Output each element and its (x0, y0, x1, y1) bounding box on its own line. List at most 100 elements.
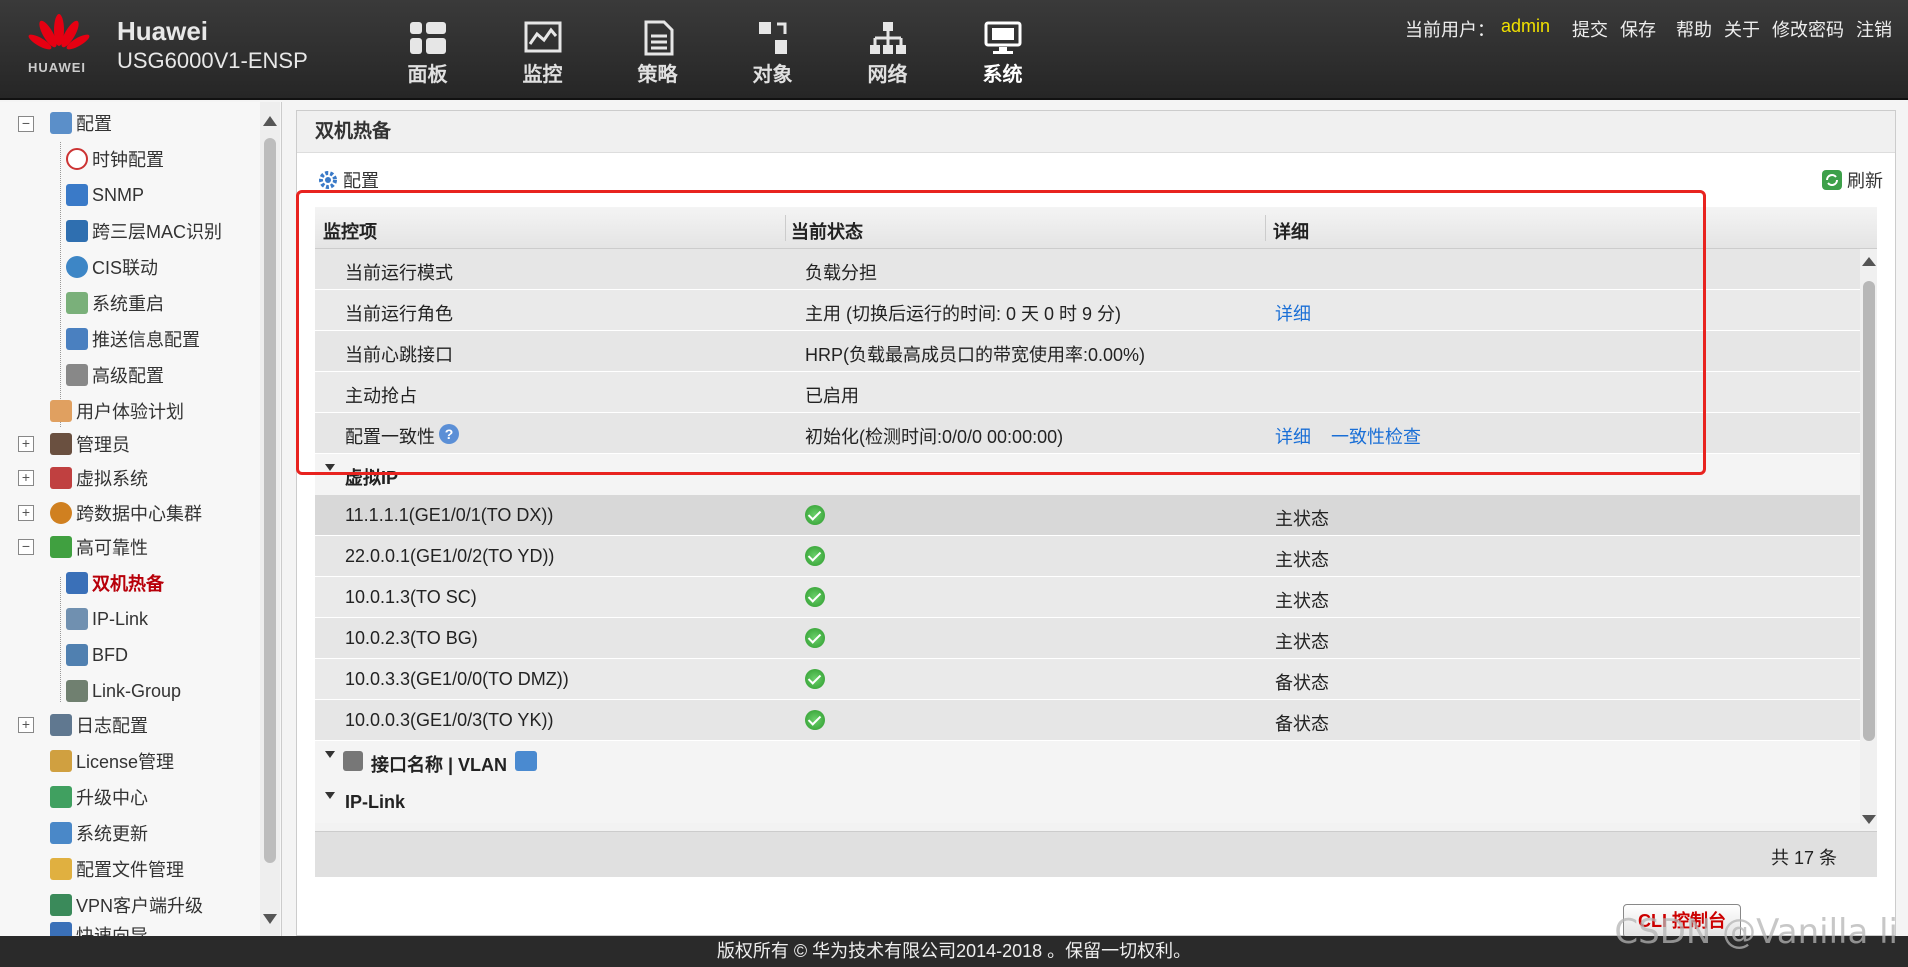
sidebar-item-upgrade[interactable]: 升级中心 (50, 782, 148, 812)
nav-label: 监控 (522, 64, 563, 86)
nav-label: 策略 (637, 64, 678, 86)
sidebar-item-clock[interactable]: 时钟配置 (66, 144, 164, 174)
table-row[interactable]: 10.0.2.3(TO BG) 主状态 (315, 618, 1860, 659)
change-password-link[interactable]: 修改密码 (1772, 16, 1844, 42)
tree-line (60, 142, 61, 427)
submit-link[interactable]: 提交 (1572, 16, 1608, 42)
sidebar-item-hrp[interactable]: 双机热备 (66, 568, 164, 598)
sidebar-item-advanced[interactable]: 高级配置 (66, 360, 164, 390)
sidebar-item-admin[interactable]: 管理员 (50, 429, 130, 459)
table-row[interactable]: 配置一致性 ? 初始化(检测时间:0/0/0 00:00:00) 详细 一致性检… (315, 413, 1860, 454)
check-icon (805, 710, 825, 730)
consistency-check-link[interactable]: 一致性检查 (1331, 423, 1421, 449)
sidebar-item-snmp[interactable]: SNMP (66, 180, 144, 210)
sidebar-item-bfd[interactable]: BFD (66, 640, 128, 670)
sidebar-item-file[interactable]: 配置文件管理 (50, 854, 184, 884)
group-interface-vlan[interactable]: 接口名称 | VLAN (315, 741, 1860, 782)
sidebar-item-cluster[interactable]: 跨数据中心集群 (50, 498, 202, 528)
table-scroll-thumb[interactable] (1863, 281, 1875, 741)
table-row[interactable]: 10.0.0.3(GE1/0/3(TO YK)) 备状态 (315, 700, 1860, 741)
sidebar-scroll-thumb[interactable] (264, 138, 276, 863)
table-row[interactable]: 22.0.0.1(GE1/0/2(TO YD)) 主状态 (315, 536, 1860, 577)
license-icon (50, 750, 72, 772)
nav-network[interactable]: 网络 (830, 20, 945, 87)
sidebar-item-iplink[interactable]: IP-Link (66, 604, 148, 634)
scroll-down-icon[interactable] (1862, 815, 1876, 824)
nav-policy[interactable]: 策略 (600, 20, 715, 87)
collapse-triangle-icon[interactable] (325, 464, 335, 471)
table-row[interactable]: 主动抢占 已启用 (315, 372, 1860, 413)
table-row[interactable]: 当前运行角色 主用 (切换后运行的时间: 0 天 0 时 9 分) 详细 (315, 290, 1860, 331)
sidebar-item-vsys[interactable]: 虚拟系统 (50, 463, 148, 493)
page-title: 双机热备 (297, 111, 1895, 153)
expand-toggle[interactable]: + (18, 436, 34, 452)
table-row[interactable]: 当前心跳接口 HRP(负载最高成员口的带宽使用率:0.00%) (315, 331, 1860, 372)
nav-object[interactable]: 对象 (715, 20, 830, 87)
expand-toggle[interactable]: + (18, 717, 34, 733)
group-ip-link[interactable]: IP-Link (315, 782, 1860, 823)
monitor-icon (524, 21, 561, 53)
nav-dashboard[interactable]: 面板 (370, 20, 485, 87)
scroll-down-icon[interactable] (263, 914, 277, 924)
sidebar-item-ux[interactable]: 用户体验计划 (50, 396, 184, 426)
user-toolbar: 当前用户： admin 提交 保存 帮助 关于 修改密码 注销 (1405, 16, 1892, 42)
dashboard-icon (409, 22, 446, 54)
check-icon (805, 587, 825, 607)
sidebar-item-config[interactable]: 配置 (50, 108, 112, 138)
refresh-button[interactable]: 刷新 (1821, 167, 1883, 193)
help-icon[interactable]: ? (439, 424, 459, 444)
save-link[interactable]: 保存 (1620, 16, 1656, 42)
config-icon (50, 112, 72, 134)
config-button[interactable]: 配置 (317, 167, 379, 193)
nav-label: 网络 (867, 64, 908, 86)
nav-monitor[interactable]: 监控 (485, 20, 600, 87)
about-link[interactable]: 关于 (1724, 16, 1760, 42)
sidebar-item-cis[interactable]: CIS联动 (66, 252, 158, 282)
sidebar-item-update[interactable]: 系统更新 (50, 818, 148, 848)
hrp-icon (66, 572, 88, 594)
sidebar-item-restart[interactable]: 系统重启 (66, 288, 164, 318)
top-header: HUAWEI Huawei USG6000V1-ENSP 面板 监控 策略 对象… (0, 0, 1908, 100)
watermark: CSDN @Vanilla li (1614, 912, 1898, 952)
record-count: 共 17 条 (1770, 848, 1837, 868)
device-model: USG6000V1-ENSP (117, 48, 308, 73)
sidebar-item-log[interactable]: 日志配置 (50, 710, 148, 740)
collapse-toggle[interactable]: − (18, 539, 34, 555)
sidebar-item-push[interactable]: 推送信息配置 (66, 324, 200, 354)
sidebar-item-linkgroup[interactable]: Link-Group (66, 676, 181, 706)
content-panel: 双机热备 配置 刷新 监控项 当前状态 详细 当前运行模式 负载分担 当前运行角… (296, 110, 1896, 936)
table-row[interactable]: 10.0.1.3(TO SC) 主状态 (315, 577, 1860, 618)
check-icon (805, 505, 825, 525)
table-row[interactable]: 10.0.3.3(GE1/0/0(TO DMZ)) 备状态 (315, 659, 1860, 700)
sidebar-item-vpn[interactable]: VPN客户端升级 (50, 890, 203, 920)
collapse-triangle-icon[interactable] (325, 751, 335, 758)
sidebar-item-license[interactable]: License管理 (50, 746, 174, 776)
check-icon (805, 669, 825, 689)
nav-system[interactable]: 系统 (945, 20, 1060, 87)
scroll-up-icon[interactable] (263, 116, 277, 126)
update-icon (50, 822, 72, 844)
table-row[interactable]: 当前运行模式 负载分担 (315, 249, 1860, 290)
scroll-up-icon[interactable] (1862, 257, 1876, 266)
logout-link[interactable]: 注销 (1856, 16, 1892, 42)
expand-toggle[interactable]: + (18, 505, 34, 521)
table-row[interactable]: 11.1.1.1(GE1/0/1(TO DX)) 主状态 (315, 495, 1860, 536)
group-virtual-ip[interactable]: 虚拟IP (315, 454, 1860, 495)
upgrade-icon (50, 786, 72, 808)
ha-icon (50, 536, 72, 558)
network-icon (869, 22, 906, 54)
detail-link[interactable]: 详细 (1275, 423, 1311, 449)
detail-link[interactable]: 详细 (1275, 300, 1311, 326)
sidebar-item-wizard[interactable]: 快速向导 (50, 922, 148, 936)
sidebar-item-ha[interactable]: 高可靠性 (50, 532, 148, 562)
file-icon (50, 858, 72, 880)
expand-toggle[interactable]: + (18, 470, 34, 486)
vsys-icon (50, 467, 72, 489)
bfd-icon (66, 644, 88, 666)
cluster-icon (50, 502, 72, 524)
sidebar-item-mac[interactable]: 跨三层MAC识别 (66, 216, 222, 246)
help-link[interactable]: 帮助 (1676, 16, 1712, 42)
collapse-toggle[interactable]: − (18, 116, 34, 132)
collapse-triangle-icon[interactable] (325, 792, 335, 799)
clock-icon (66, 148, 88, 170)
